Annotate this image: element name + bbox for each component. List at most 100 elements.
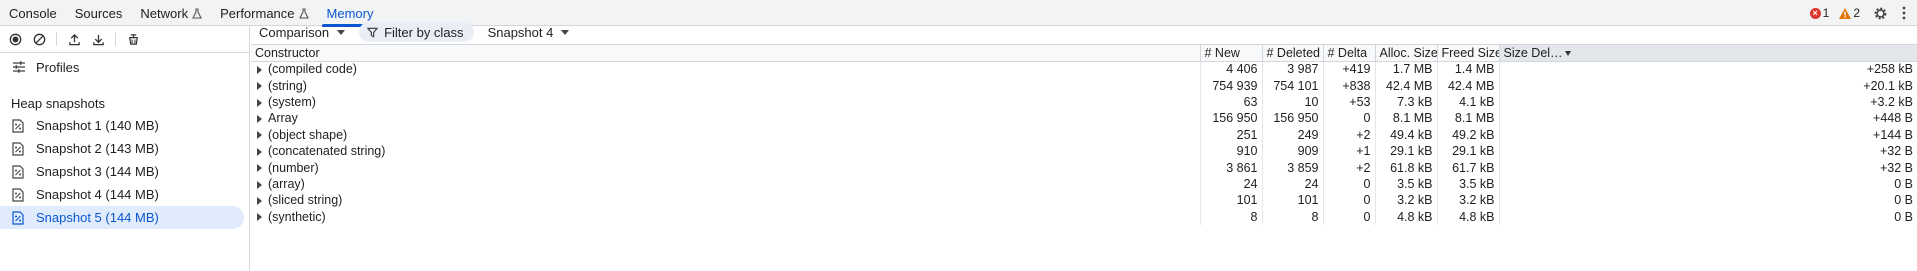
heap-snapshot-icon [12, 118, 24, 133]
expand-arrow-icon[interactable] [257, 115, 262, 124]
table-row[interactable]: (system) 63 10 +53 7.3 kB 4.1 kB +3.2 kB [251, 93, 1917, 111]
column-header[interactable]: # New [1200, 45, 1263, 62]
table-row[interactable]: (object shape) 251 249 +2 49.4 kB 49.2 kB +144… [251, 126, 1917, 143]
value-cell: 251 [1200, 126, 1263, 143]
table-row[interactable]: (string) 754 939 754 101 +838 42.4 MB 42.4 MB… [251, 77, 1917, 94]
snapshot-label: Snapshot 4 (144 MB) [36, 187, 159, 202]
expand-arrow-icon[interactable] [257, 66, 262, 75]
class-filter-button[interactable]: Filter by class [359, 22, 474, 42]
column-header-label: Size Del… [1503, 45, 1563, 60]
value-cell: 8.1 MB [1437, 110, 1500, 127]
tab-label: Memory [326, 5, 374, 21]
value-cell: 49.2 kB [1437, 126, 1500, 143]
filter-icon [367, 27, 379, 38]
view-mode-select[interactable]: Comparison [255, 22, 349, 42]
constructor-name: (synthetic) [268, 209, 326, 224]
error-counter[interactable]: × 1 [1807, 6, 1833, 20]
heap-snapshot-icon [12, 210, 24, 225]
value-cell: 1.7 MB [1375, 61, 1438, 78]
tab-sources[interactable]: Sources [66, 0, 132, 26]
value-cell: +20.1 kB [1863, 78, 1913, 93]
load-profile-button[interactable] [65, 30, 83, 48]
column-header[interactable]: Alloc. Size [1375, 45, 1438, 62]
table-row[interactable]: (number) 3 861 3 859 +2 61.8 kB 61.7 kB +32 B [251, 159, 1917, 176]
profiles-item[interactable]: Profiles [0, 53, 249, 81]
expand-arrow-icon[interactable] [257, 82, 262, 91]
snapshot-label: Snapshot 1 (140 MB) [36, 118, 159, 133]
value-cell: 910 [1200, 142, 1263, 160]
snapshot-item-3[interactable]: Snapshot 3 (144 MB) [0, 160, 249, 183]
snapshot-list: Snapshot 1 (140 MB) Snapshot 2 (143 MB) Sn… [0, 114, 249, 229]
snapshot-item-1[interactable]: Snapshot 1 (140 MB) [0, 114, 249, 137]
value-cell: 42.4 MB [1375, 77, 1438, 94]
tab-network[interactable]: Network [131, 0, 211, 26]
value-cell: 24 [1262, 175, 1324, 193]
value-cell: 4.8 kB [1437, 208, 1500, 225]
constructor-cell: (sliced string) [251, 192, 1201, 209]
constructor-name: (string) [268, 78, 307, 93]
constructor-cell: (synthetic) [251, 208, 1201, 225]
base-snapshot-value: Snapshot 4 [487, 24, 554, 40]
warning-count: 2 [1853, 6, 1860, 20]
heap-snapshot-icon [12, 164, 24, 179]
snapshot-label: Snapshot 3 (144 MB) [36, 164, 159, 179]
toolbar-divider [56, 32, 57, 46]
expand-arrow-icon[interactable] [257, 164, 262, 173]
value-cell: 754 939 [1200, 77, 1263, 94]
table-row[interactable]: (concatenated string) 910 909 +1 29.1 kB 29.1… [251, 142, 1917, 160]
chevron-down-icon [561, 29, 570, 35]
table-row[interactable]: (compiled code) 4 406 3 987 +419 1.7 MB 1.4 M… [251, 61, 1917, 78]
column-header[interactable]: # Deleted [1262, 45, 1324, 62]
value-cell: 909 [1262, 142, 1324, 160]
value-cell: 0 B [1894, 209, 1913, 224]
kebab-menu-icon [1902, 6, 1906, 20]
clear-button[interactable] [30, 30, 48, 48]
value-cell: 4.8 kB [1375, 208, 1438, 225]
table-row[interactable]: Array 156 950 156 950 0 8.1 MB 8.1 MB +448 B [251, 110, 1917, 127]
constructor-name: (object shape) [268, 127, 348, 142]
value-cell: +448 B [1873, 111, 1913, 126]
value-cell: 3 861 [1200, 159, 1263, 176]
value-cell: 3.2 kB [1437, 192, 1500, 209]
expand-arrow-icon[interactable] [257, 197, 262, 206]
expand-arrow-icon[interactable] [257, 131, 262, 140]
base-snapshot-select[interactable]: Snapshot 4 [484, 22, 574, 42]
value-cell: 0 [1323, 110, 1376, 127]
save-profile-button[interactable] [89, 30, 107, 48]
value-cell: 249 [1262, 126, 1324, 143]
value-cell: 49.4 kB [1375, 126, 1438, 143]
record-button[interactable] [6, 30, 24, 48]
value-cell: +32 B [1879, 160, 1913, 175]
table-row[interactable]: (synthetic) 8 8 0 4.8 kB 4.8 kB 0 B [251, 208, 1917, 225]
heap-snapshots-heading: Heap snapshots [11, 95, 105, 111]
column-header[interactable]: # Delta [1323, 45, 1376, 62]
snapshot-item-5[interactable]: Snapshot 5 (144 MB) [0, 206, 244, 229]
table-row[interactable]: (array) 24 24 0 3.5 kB 3.5 kB 0 B [251, 175, 1917, 193]
value-cell: 29.1 kB [1375, 142, 1438, 160]
value-cell: +258 kB [1866, 62, 1913, 77]
snapshot-item-4[interactable]: Snapshot 4 (144 MB) [0, 183, 249, 206]
expand-arrow-icon[interactable] [257, 180, 262, 189]
column-header[interactable]: Constructor [251, 45, 1201, 62]
expand-arrow-icon[interactable] [257, 147, 262, 156]
table-row[interactable]: (sliced string) 101 101 0 3.2 kB 3.2 kB 0 B [251, 192, 1917, 209]
constructor-name: Array [268, 111, 298, 126]
constructor-cell: (system) [251, 93, 1201, 111]
tab-label: Performance [220, 5, 295, 21]
comparison-table: Constructor # New # Deleted # Delta Alloc. S… [251, 44, 1917, 271]
constructor-name: (compiled code) [268, 62, 357, 77]
expand-arrow-icon[interactable] [257, 98, 262, 107]
expand-arrow-icon[interactable] [257, 213, 262, 222]
column-header-label: # New [1204, 45, 1240, 60]
constructor-name: (sliced string) [268, 193, 343, 208]
column-header[interactable]: Freed Size [1437, 45, 1500, 62]
value-cell: +1 [1323, 142, 1376, 160]
clear-icon [33, 33, 45, 45]
tab-label: Sources [74, 5, 123, 21]
warning-counter[interactable]: 2 [1836, 6, 1863, 20]
column-header[interactable]: Size Del… [1499, 45, 1917, 62]
tab-console[interactable]: Console [0, 0, 66, 26]
collect-garbage-button[interactable] [124, 30, 142, 48]
snapshot-item-2[interactable]: Snapshot 2 (143 MB) [0, 137, 249, 160]
constructor-name: (system) [268, 94, 316, 109]
